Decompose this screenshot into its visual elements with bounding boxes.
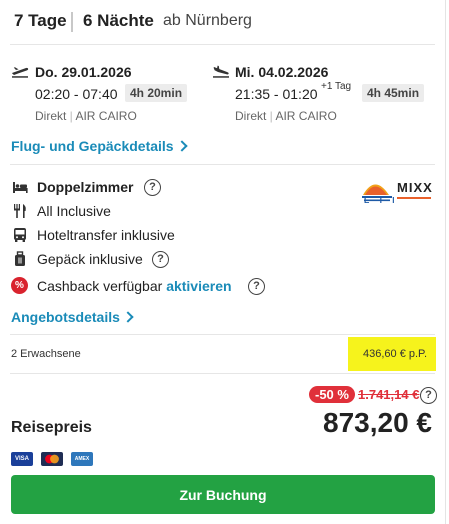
old-price: 1.741,14 €: [358, 387, 420, 402]
divider: [10, 373, 435, 374]
return-next-day: +1 Tag: [321, 81, 352, 92]
return-direct: Direkt | AIR CAIRO: [235, 109, 337, 123]
departure-airport: ab Nürnberg: [163, 12, 252, 29]
luggage-help-icon[interactable]: ?: [152, 251, 169, 268]
flight-details-label: Flug- und Gepäckdetails: [11, 138, 174, 154]
traveller-count: 2 Erwachsene: [11, 348, 81, 360]
header-divider: [71, 12, 73, 32]
outbound-direct-label: Direkt: [35, 109, 67, 123]
outbound-date: Do. 29.01.2026: [35, 64, 132, 80]
luggage-info: Gepäck inklusive: [37, 251, 143, 267]
amex-icon: AMEX: [71, 452, 93, 466]
return-date: Mi. 04.02.2026: [235, 64, 329, 80]
luggage-icon: [15, 251, 25, 266]
offer-details-link[interactable]: Angebotsdetails: [11, 309, 134, 325]
plane-takeoff-icon: [12, 67, 29, 78]
cashback-info: Cashback verfügbar aktivieren: [37, 278, 232, 294]
operator-logo: MIXX ETI: [360, 174, 436, 206]
cashback-help-icon[interactable]: ?: [248, 278, 265, 295]
outbound-duration: 4h 20min: [125, 84, 188, 102]
visa-icon: VISA: [11, 452, 33, 466]
cashback-activate-link[interactable]: aktivieren: [166, 278, 231, 294]
divider: [10, 334, 435, 335]
cutlery-icon: [14, 204, 26, 218]
bus-icon: [14, 228, 26, 242]
cashback-percent-icon: %: [11, 277, 28, 294]
offer-card: 7 Tage 6 Nächte ab Nürnberg Do. 29.01.20…: [0, 0, 446, 524]
transfer-info: Hoteltransfer inklusive: [37, 227, 175, 243]
return-duration: 4h 45min: [362, 84, 425, 102]
trip-nights: 6 Nächte: [83, 11, 154, 30]
mastercard-circles-icon: [45, 454, 59, 464]
total-label: Reisepreis: [11, 419, 92, 436]
outbound-direct: Direkt | AIR CAIRO: [35, 109, 137, 123]
mastercard-icon: [41, 452, 63, 466]
outbound-times: 02:20 - 07:40: [35, 86, 118, 102]
offer-details-label: Angebotsdetails: [11, 309, 120, 325]
return-direct-label: Direkt: [235, 109, 267, 123]
board-type: All Inclusive: [37, 203, 111, 219]
operator-logo-underline: [397, 197, 431, 199]
plane-landing-icon: [213, 65, 229, 78]
chevron-right-icon: [175, 140, 188, 152]
trip-days: 7 Tage: [14, 11, 67, 30]
price-per-person: 436,60 € p.P.: [363, 348, 428, 360]
discount-badge: -50 %: [309, 386, 355, 403]
chevron-right-icon: [122, 311, 134, 323]
price-help-icon[interactable]: ?: [420, 387, 437, 404]
outbound-airline: AIR CAIRO: [75, 109, 137, 123]
book-button[interactable]: Zur Buchung: [11, 475, 435, 514]
divider: [10, 44, 435, 45]
bed-icon: [13, 182, 28, 193]
operator-logo-text: MIXX: [397, 180, 433, 195]
total-price: 873,20 €: [323, 407, 432, 438]
cashback-label: Cashback verfügbar: [37, 278, 163, 294]
divider: [10, 164, 435, 165]
return-times: 21:35 - 01:20: [235, 86, 318, 102]
flight-details-link[interactable]: Flug- und Gepäckdetails: [11, 138, 188, 154]
room-type-link[interactable]: Doppelzimmer: [37, 179, 133, 195]
return-airline: AIR CAIRO: [275, 109, 337, 123]
room-help-icon[interactable]: ?: [144, 179, 161, 196]
